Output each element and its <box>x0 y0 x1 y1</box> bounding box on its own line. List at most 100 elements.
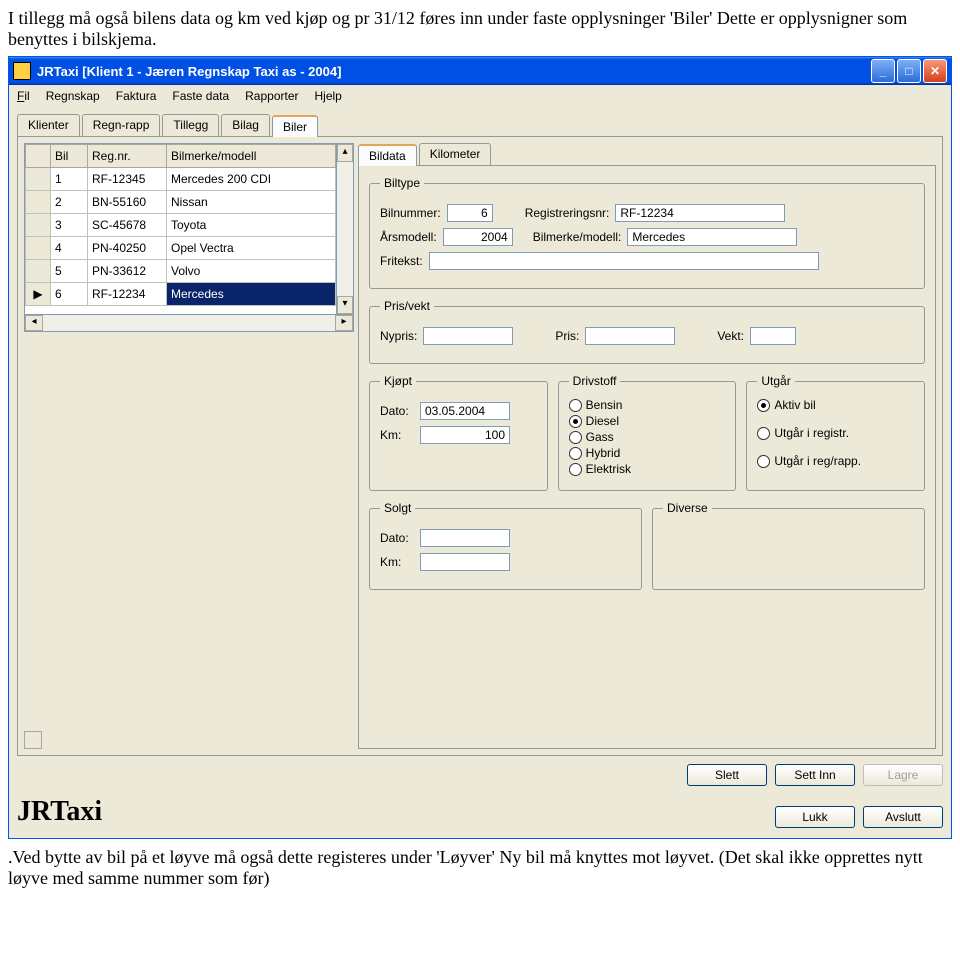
car-grid[interactable]: Bil Reg.nr. Bilmerke/modell 1RF-12345Mer… <box>24 143 337 315</box>
lbl-kjopt-km: Km: <box>380 428 414 442</box>
group-diverse: Diverse <box>652 501 925 590</box>
table-row[interactable]: 3SC-45678Toyota <box>26 214 336 237</box>
input-aarsmodell[interactable] <box>443 228 513 246</box>
subtab-kilometer[interactable]: Kilometer <box>419 143 492 165</box>
menubar: Fil Regnskap Faktura Faste data Rapporte… <box>9 85 951 108</box>
lbl-merke: Bilmerke/modell: <box>533 230 622 244</box>
logo-text: JRTaxi <box>17 796 102 828</box>
radio-utgar-rapp[interactable]: Utgår i reg/rapp. <box>757 454 914 468</box>
scroll-right-icon[interactable]: ▸ <box>335 315 353 331</box>
col-reg[interactable]: Reg.nr. <box>88 145 167 168</box>
tab-klienter[interactable]: Klienter <box>17 114 80 136</box>
input-kjopt-dato[interactable] <box>420 402 510 420</box>
titlebar[interactable]: JRTaxi [Klient 1 - Jæren Regnskap Taxi a… <box>9 57 951 85</box>
sub-tabbar: Bildata Kilometer <box>358 143 936 165</box>
input-vekt[interactable] <box>750 327 796 345</box>
right-panel: Bildata Kilometer Biltype Bilnummer: Reg… <box>358 143 936 749</box>
lbl-nypris: Nypris: <box>380 329 417 343</box>
tab-bilag[interactable]: Bilag <box>221 114 270 136</box>
radio-elektrisk[interactable]: Elektrisk <box>569 462 726 476</box>
grid-corner <box>26 145 51 168</box>
group-utgar: Utgår Aktiv bil Utgår i registr. Utgår i… <box>746 374 925 491</box>
scroll-down-icon[interactable]: ▾ <box>337 296 353 314</box>
window-title: JRTaxi [Klient 1 - Jæren Regnskap Taxi a… <box>37 64 871 79</box>
menu-regnskap[interactable]: Regnskap <box>46 89 100 103</box>
tab-regnrapp[interactable]: Regn-rapp <box>82 114 161 136</box>
menu-faktura[interactable]: Faktura <box>116 89 157 103</box>
avslutt-button[interactable]: Avslutt <box>863 806 943 828</box>
input-regnr[interactable] <box>615 204 785 222</box>
legend-kjopt: Kjøpt <box>380 374 416 388</box>
tab-biler[interactable]: Biler <box>272 115 318 137</box>
input-merke[interactable] <box>627 228 797 246</box>
lbl-kjopt-dato: Dato: <box>380 404 414 418</box>
slett-button[interactable]: Slett <box>687 764 767 786</box>
record-nav-icon[interactable] <box>24 731 42 749</box>
table-row[interactable]: 2BN-55160Nissan <box>26 191 336 214</box>
group-solgt: Solgt Dato: Km: <box>369 501 642 590</box>
group-biltype: Biltype Bilnummer: Registreringsnr: Årsm… <box>369 176 925 289</box>
input-solgt-dato[interactable] <box>420 529 510 547</box>
scroll-up-icon[interactable]: ▴ <box>337 144 353 162</box>
input-solgt-km[interactable] <box>420 553 510 571</box>
legend-solgt: Solgt <box>380 501 415 515</box>
left-panel: Bil Reg.nr. Bilmerke/modell 1RF-12345Mer… <box>24 143 354 749</box>
menu-fil[interactable]: Fil <box>17 89 30 103</box>
action-buttons-row: Slett Sett Inn Lagre <box>9 764 951 792</box>
doc-text-above: I tillegg må også bilens data og km ved … <box>8 8 952 50</box>
radio-diesel[interactable]: Diesel <box>569 414 726 428</box>
lukk-button[interactable]: Lukk <box>775 806 855 828</box>
col-merke[interactable]: Bilmerke/modell <box>167 145 336 168</box>
scroll-track-h[interactable] <box>43 315 335 331</box>
radio-bensin[interactable]: Bensin <box>569 398 726 412</box>
table-row-selected[interactable]: ▶6RF-12234Mercedes <box>26 283 336 306</box>
table-row[interactable]: 5PN-33612Volvo <box>26 260 336 283</box>
menu-fastedata[interactable]: Faste data <box>172 89 229 103</box>
grid-scrollbar-v[interactable]: ▴ ▾ <box>337 143 354 315</box>
col-bil[interactable]: Bil <box>51 145 88 168</box>
scroll-left-icon[interactable]: ◂ <box>25 315 43 331</box>
maximize-button[interactable]: □ <box>897 59 921 83</box>
lbl-bilnummer: Bilnummer: <box>380 206 441 220</box>
table-row[interactable]: 1RF-12345Mercedes 200 CDI <box>26 168 336 191</box>
app-window: JRTaxi [Klient 1 - Jæren Regnskap Taxi a… <box>8 56 952 839</box>
radio-gass[interactable]: Gass <box>569 430 726 444</box>
lbl-pris: Pris: <box>555 329 579 343</box>
scroll-track[interactable] <box>337 162 353 296</box>
subtab-bildata[interactable]: Bildata <box>358 144 417 166</box>
radio-aktiv[interactable]: Aktiv bil <box>757 398 914 412</box>
lbl-solgt-dato: Dato: <box>380 531 414 545</box>
current-row-indicator: ▶ <box>26 283 51 306</box>
radio-hybrid[interactable]: Hybrid <box>569 446 726 460</box>
minimize-button[interactable]: _ <box>871 59 895 83</box>
content-area: Bil Reg.nr. Bilmerke/modell 1RF-12345Mer… <box>17 136 943 756</box>
legend-utgar: Utgår <box>757 374 794 388</box>
group-prisvekt: Pris/vekt Nypris: Pris: Vekt: <box>369 299 925 364</box>
input-fritekst[interactable] <box>429 252 819 270</box>
radio-utgar-reg[interactable]: Utgår i registr. <box>757 426 914 440</box>
input-bilnummer[interactable] <box>447 204 493 222</box>
lagre-button[interactable]: Lagre <box>863 764 943 786</box>
tab-tillegg[interactable]: Tillegg <box>162 114 219 136</box>
lbl-aarsmodell: Årsmodell: <box>380 230 437 244</box>
lbl-solgt-km: Km: <box>380 555 414 569</box>
grid-scrollbar-h[interactable]: ◂ ▸ <box>24 315 354 332</box>
menu-rapporter[interactable]: Rapporter <box>245 89 298 103</box>
bildata-panel: Biltype Bilnummer: Registreringsnr: Årsm… <box>358 165 936 749</box>
table-row[interactable]: 4PN-40250Opel Vectra <box>26 237 336 260</box>
bottom-bar: JRTaxi Lukk Avslutt <box>9 792 951 838</box>
doc-text-below: .Ved bytte av bil på et løyve må også de… <box>8 847 952 889</box>
settinn-button[interactable]: Sett Inn <box>775 764 855 786</box>
lbl-regnr: Registreringsnr: <box>525 206 610 220</box>
main-tabbar: Klienter Regn-rapp Tillegg Bilag Biler <box>9 108 951 136</box>
group-drivstoff: Drivstoff Bensin Diesel Gass Hybrid Elek… <box>558 374 737 491</box>
input-kjopt-km[interactable] <box>420 426 510 444</box>
app-icon <box>13 62 31 80</box>
menu-hjelp[interactable]: Hjelp <box>315 89 342 103</box>
lbl-vekt: Vekt: <box>717 329 744 343</box>
input-nypris[interactable] <box>423 327 513 345</box>
legend-drivstoff: Drivstoff <box>569 374 621 388</box>
input-pris[interactable] <box>585 327 675 345</box>
close-button[interactable]: ✕ <box>923 59 947 83</box>
legend-diverse: Diverse <box>663 501 712 515</box>
